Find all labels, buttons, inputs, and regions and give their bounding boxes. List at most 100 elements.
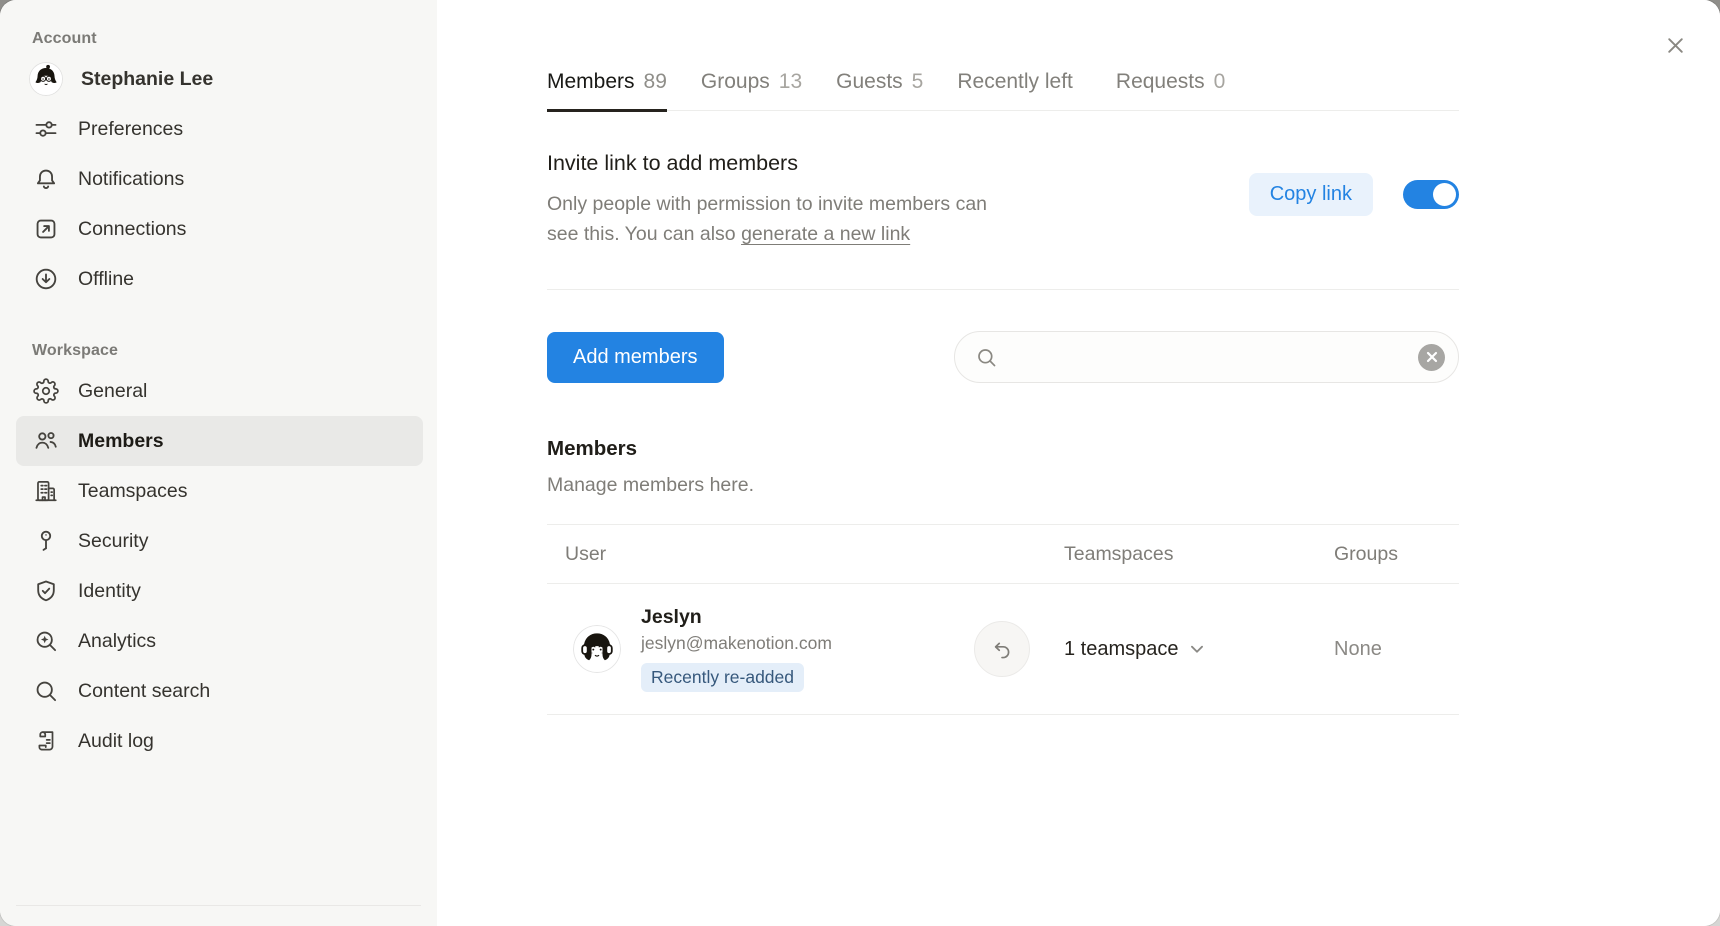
close-button[interactable] [1656, 26, 1694, 64]
sidebar-bottom-divider [16, 905, 421, 906]
user-cell: Jeslyn jeslyn@makenotion.com Recently re… [547, 606, 974, 692]
magnifier-sparkle-icon [32, 627, 60, 655]
tab-requests[interactable]: Requests 0 [1116, 70, 1225, 112]
building-icon [32, 477, 60, 505]
members-section-header: Members Manage members here. [547, 437, 1459, 497]
tab-label: Groups [701, 70, 770, 94]
copy-link-button[interactable]: Copy link [1249, 173, 1373, 216]
sidebar-section-account: Account [32, 30, 423, 48]
teamspaces-cell: 1 teamspace [1064, 638, 1334, 661]
arrow-up-right-square-icon [32, 215, 60, 243]
sidebar-item-label: Preferences [78, 118, 183, 141]
key-icon [32, 527, 60, 555]
sidebar-item-notifications[interactable]: Notifications [16, 154, 423, 204]
invite-desc-line2: see this. You can also [547, 223, 741, 245]
members-section-subtitle: Manage members here. [547, 474, 1459, 497]
status-badge: Recently re-added [641, 663, 804, 692]
member-search[interactable] [954, 331, 1459, 383]
tab-label: Members [547, 70, 635, 94]
sidebar-item-general[interactable]: General [16, 366, 423, 416]
settings-modal: Account Stephanie Lee [0, 0, 1720, 926]
undo-button[interactable] [974, 621, 1030, 677]
sidebar-section-workspace: Workspace [32, 342, 423, 360]
teamspaces-dropdown[interactable]: 1 teamspace [1064, 638, 1334, 661]
undo-icon [991, 638, 1014, 661]
member-name: Jeslyn [641, 606, 832, 629]
toggle-knob [1433, 183, 1456, 206]
tab-count: 5 [912, 70, 924, 94]
tab-count: 13 [779, 70, 802, 94]
members-section-title: Members [547, 437, 1459, 461]
sidebar-item-analytics[interactable]: Analytics [16, 616, 423, 666]
jeslyn-avatar-illustration [573, 625, 621, 673]
sidebar-item-label: Offline [78, 268, 134, 291]
invite-link-title: Invite link to add members [547, 151, 987, 176]
clear-x-icon [1426, 351, 1438, 363]
groups-value: None [1334, 638, 1382, 660]
table-header: User Teamspaces Groups [547, 524, 1459, 584]
members-settings-panel: Members 89 Groups 13 Guests 5 Recently l… [437, 0, 1720, 926]
tab-groups[interactable]: Groups 13 [701, 70, 802, 112]
sidebar-item-connections[interactable]: Connections [16, 204, 423, 254]
tab-label: Recently left [957, 70, 1073, 94]
tab-members[interactable]: Members 89 [547, 70, 667, 112]
tab-count: 89 [644, 70, 667, 94]
column-header-teamspaces: Teamspaces [1064, 543, 1334, 566]
tab-count: 0 [1214, 70, 1226, 94]
sidebar-item-audit-log[interactable]: Audit log [16, 716, 423, 766]
invite-desc-line1: Only people with permission to invite me… [547, 193, 987, 215]
sidebar-item-security[interactable]: Security [16, 516, 423, 566]
sidebar-item-offline[interactable]: Offline [16, 254, 423, 304]
sidebar-item-preferences[interactable]: Preferences [16, 104, 423, 154]
sidebar-item-label: Members [78, 430, 164, 453]
sidebar-item-identity[interactable]: Identity [16, 566, 423, 616]
close-icon [1665, 35, 1686, 56]
members-tabs: Members 89 Groups 13 Guests 5 Recently l… [547, 70, 1459, 111]
sidebar-item-teamspaces[interactable]: Teamspaces [16, 466, 423, 516]
member-email: jeslyn@makenotion.com [641, 633, 832, 654]
tab-label: Guests [836, 70, 903, 94]
sidebar-item-label: General [78, 380, 147, 403]
sidebar-item-label: Analytics [78, 630, 156, 653]
generate-new-link[interactable]: generate a new link [741, 223, 910, 245]
stephanie-avatar-illustration [29, 62, 63, 96]
people-icon [32, 427, 60, 455]
groups-cell: None [1334, 638, 1459, 661]
sidebar-item-members[interactable]: Members [16, 416, 423, 466]
column-header-user: User [547, 543, 974, 566]
members-toolbar: Add members [547, 331, 1459, 383]
add-members-button[interactable]: Add members [547, 332, 724, 383]
sidebar-item-label: Notifications [78, 168, 184, 191]
sidebar-item-account-profile[interactable]: Stephanie Lee [16, 54, 423, 104]
sidebar-item-label: Connections [78, 218, 186, 241]
shield-check-icon [32, 577, 60, 605]
column-header-groups: Groups [1334, 543, 1459, 566]
bell-icon [32, 165, 60, 193]
search-input[interactable] [1010, 345, 1406, 369]
teamspaces-value: 1 teamspace [1064, 638, 1179, 661]
sliders-icon [32, 115, 60, 143]
section-divider [547, 289, 1459, 290]
tab-recently-left[interactable]: Recently left [957, 70, 1082, 112]
user-info: Jeslyn jeslyn@makenotion.com Recently re… [641, 606, 832, 692]
sidebar-item-label: Security [78, 530, 148, 553]
sidebar-item-label: Content search [78, 680, 210, 703]
sidebar-item-content-search[interactable]: Content search [16, 666, 423, 716]
undo-cell [974, 621, 1064, 677]
tab-guests[interactable]: Guests 5 [836, 70, 923, 112]
settings-sidebar: Account Stephanie Lee [0, 0, 437, 926]
tab-label: Requests [1116, 70, 1205, 94]
chevron-down-icon [1190, 645, 1204, 654]
search-icon [975, 346, 998, 369]
sidebar-item-label: Identity [78, 580, 141, 603]
clear-search-button[interactable] [1418, 344, 1445, 371]
sidebar-item-label: Stephanie Lee [81, 68, 213, 91]
members-table: User Teamspaces Groups [547, 524, 1459, 715]
invite-link-section: Invite link to add members Only people w… [547, 151, 1459, 249]
invite-link-description: Only people with permission to invite me… [547, 189, 987, 249]
scroll-icon [32, 727, 60, 755]
avatar [573, 625, 621, 673]
download-circle-icon [32, 265, 60, 293]
sidebar-item-label: Teamspaces [78, 480, 187, 503]
invite-link-toggle[interactable] [1403, 180, 1459, 209]
